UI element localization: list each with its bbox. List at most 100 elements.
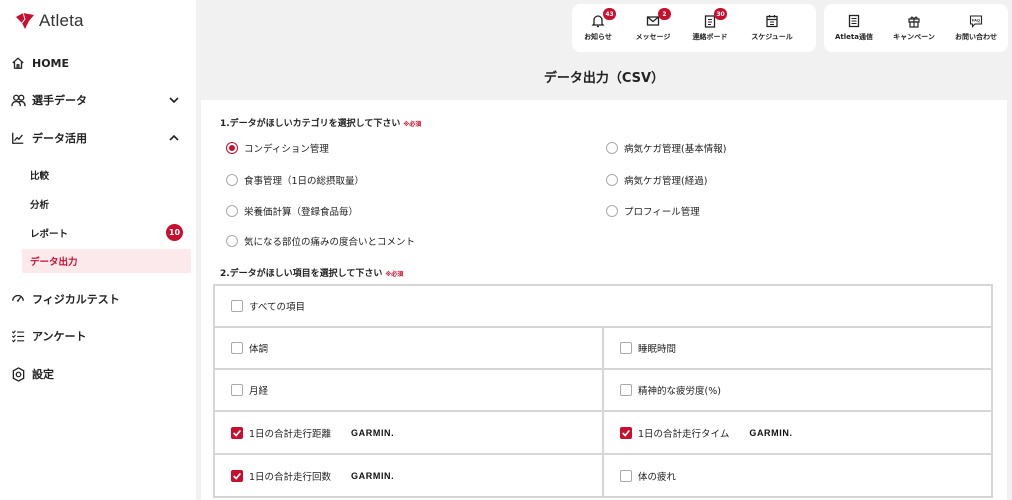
radio-button[interactable]: [226, 142, 238, 154]
topbar-contact-button[interactable]: FAQ お問い合わせ: [944, 4, 1008, 52]
sidebar-subitem-analysis[interactable]: 分析: [22, 192, 191, 216]
radio-label: 栄養価計算（登録食品毎）: [244, 207, 359, 218]
checkbox-daily-run-distance[interactable]: 1日の合計走行距離 GARMIN.: [215, 412, 602, 453]
topbar-label: キャンペーン: [893, 33, 935, 41]
grid-row: 1日の合計走行回数 GARMIN. 体の疲れ: [215, 453, 991, 496]
topbar-news-button[interactable]: お知らせ 43: [572, 4, 624, 52]
sidebar-subitem-compare[interactable]: 比較: [22, 163, 191, 187]
users-icon: [10, 92, 26, 108]
topbar-notifications-group: お知らせ 43 メッセージ 2 連絡ボード 30 スケジュール: [572, 4, 816, 52]
radio-button[interactable]: [226, 205, 238, 217]
radio-button[interactable]: [606, 142, 618, 154]
sidebar-item-physical-test[interactable]: フィジカルテスト: [0, 281, 196, 317]
news-count-badge: 43: [603, 8, 616, 20]
required-mark: ※必須: [385, 271, 404, 278]
gift-icon: [908, 16, 920, 28]
topbar-label: お問い合わせ: [955, 33, 997, 41]
radio-label: 病気ケガ管理(基本情報): [624, 144, 727, 155]
topbar-messages-button[interactable]: メッセージ 2: [624, 4, 682, 52]
sidebar-item-survey[interactable]: アンケート: [0, 318, 196, 354]
radio-meal-management[interactable]: 食事管理（1日の総摂取量）: [226, 173, 364, 187]
chevron-up-icon[interactable]: [168, 132, 180, 144]
grid-row: 体調 睡眠時間: [215, 326, 991, 368]
checkbox-label: 精神的な疲労度(%): [638, 386, 721, 397]
checkbox-sleep-time[interactable]: 睡眠時間: [602, 328, 991, 368]
topbar-newsletter-button[interactable]: Atleta通信: [824, 4, 884, 52]
checkbox[interactable]: [620, 469, 632, 482]
checkbox-body-fatigue[interactable]: 体の疲れ: [602, 455, 991, 496]
checkbox-checked[interactable]: [620, 426, 632, 439]
checkmark-icon: [233, 472, 241, 480]
gear-icon: [10, 366, 26, 382]
grid-row: 1日の合計走行距離 GARMIN. 1日の合計走行タイム GARMIN.: [215, 410, 991, 453]
radio-condition-management[interactable]: コンディション管理: [226, 141, 329, 155]
checkbox[interactable]: [620, 342, 632, 354]
checkbox-checked[interactable]: [231, 469, 243, 482]
checkbox-checked[interactable]: [231, 426, 243, 439]
radio-label: プロフィール管理: [624, 207, 700, 218]
checkmark-icon: [622, 429, 630, 437]
topbar-campaign-button[interactable]: キャンペーン: [884, 4, 944, 52]
brand-logo[interactable]: Atleta: [14, 11, 84, 31]
physical-test-icon: [10, 291, 26, 307]
chart-line-icon: [10, 130, 26, 146]
sidebar-subitem-data-export[interactable]: データ出力: [22, 249, 191, 273]
radio-nutrition-calculation[interactable]: 栄養価計算（登録食品毎）: [226, 204, 358, 218]
sidebar-item-data-usage[interactable]: データ活用: [0, 120, 196, 156]
sidebar-subitem-label: データ出力: [30, 257, 78, 268]
checkbox-label: 体調: [249, 344, 269, 355]
checkbox-label: 1日の合計走行タイム: [638, 428, 730, 440]
home-icon: [10, 55, 26, 71]
radio-illness-injury-basic[interactable]: 病気ケガ管理(基本情報): [606, 141, 726, 155]
sidebar-subitem-label: 比較: [30, 171, 50, 182]
sidebar-subitem-label: 分析: [30, 200, 50, 211]
grid-row: 月経 精神的な疲労度(%): [215, 368, 991, 410]
sidebar-item-label: フィジカルテスト: [32, 293, 120, 306]
checkbox[interactable]: [231, 342, 243, 354]
sidebar-item-players[interactable]: 選手データ: [0, 82, 196, 118]
radio-label: 気になる部位の痛みの度合いとコメント: [244, 237, 416, 248]
topbar-label: スケジュール: [751, 33, 793, 41]
radio-label: 病気ケガ管理(経過): [624, 176, 708, 187]
checkbox-condition[interactable]: 体調: [215, 328, 602, 368]
garmin-logo: GARMIN.: [351, 427, 395, 438]
radio-button[interactable]: [606, 205, 618, 217]
chevron-down-icon[interactable]: [168, 94, 180, 106]
sidebar: Atleta HOME 選手データ データ活用 比較 分析 レポート 10 デー…: [0, 0, 196, 500]
grid-row: すべての項目: [215, 286, 991, 326]
checkbox[interactable]: [231, 384, 243, 396]
faq-icon: FAQ: [969, 15, 983, 28]
checkbox-menstruation[interactable]: 月経: [215, 370, 602, 410]
brand-name: Atleta: [39, 11, 84, 30]
radio-profile-management[interactable]: プロフィール管理: [606, 204, 700, 218]
topbar-label: お知らせ: [584, 33, 612, 41]
checkbox-daily-run-time[interactable]: 1日の合計走行タイム GARMIN.: [602, 412, 991, 453]
faq-icon-text: FAQ: [972, 18, 980, 23]
radio-pain-level-comment[interactable]: 気になる部位の痛みの度合いとコメント: [226, 234, 415, 248]
sidebar-item-label: アンケート: [32, 330, 87, 343]
radio-button[interactable]: [606, 174, 618, 186]
topbar-schedule-button[interactable]: スケジュール: [738, 4, 806, 52]
checkbox-label: 睡眠時間: [638, 344, 677, 355]
radio-illness-injury-progress[interactable]: 病気ケガ管理(経過): [606, 173, 707, 187]
checkbox[interactable]: [231, 300, 243, 312]
radio-button[interactable]: [226, 235, 238, 247]
garmin-logo: GARMIN.: [749, 427, 793, 438]
checkbox[interactable]: [620, 384, 632, 396]
checklist-icon: [10, 328, 26, 344]
topbar-board-button[interactable]: 連絡ボード 30: [682, 4, 738, 52]
checkbox-label: 体の疲れ: [638, 471, 677, 483]
topbar-info-group: Atleta通信 キャンペーン FAQ お問い合わせ: [824, 4, 1008, 52]
sidebar-subitem-report[interactable]: レポート 10: [22, 221, 191, 245]
sidebar-item-settings[interactable]: 設定: [0, 356, 196, 392]
checkbox-all-items[interactable]: すべての項目: [215, 286, 991, 326]
checkbox-daily-run-count[interactable]: 1日の合計走行回数 GARMIN.: [215, 455, 602, 496]
checkbox-mental-fatigue[interactable]: 精神的な疲労度(%): [602, 370, 991, 410]
topbar-label: メッセージ: [635, 33, 671, 41]
topbar-label: Atleta通信: [835, 33, 873, 41]
calendar-icon: [766, 15, 778, 28]
sidebar-item-label: 設定: [32, 368, 54, 381]
checkbox-label: 1日の合計走行距離: [249, 428, 332, 440]
radio-button[interactable]: [226, 174, 238, 186]
sidebar-item-home[interactable]: HOME: [0, 45, 196, 81]
